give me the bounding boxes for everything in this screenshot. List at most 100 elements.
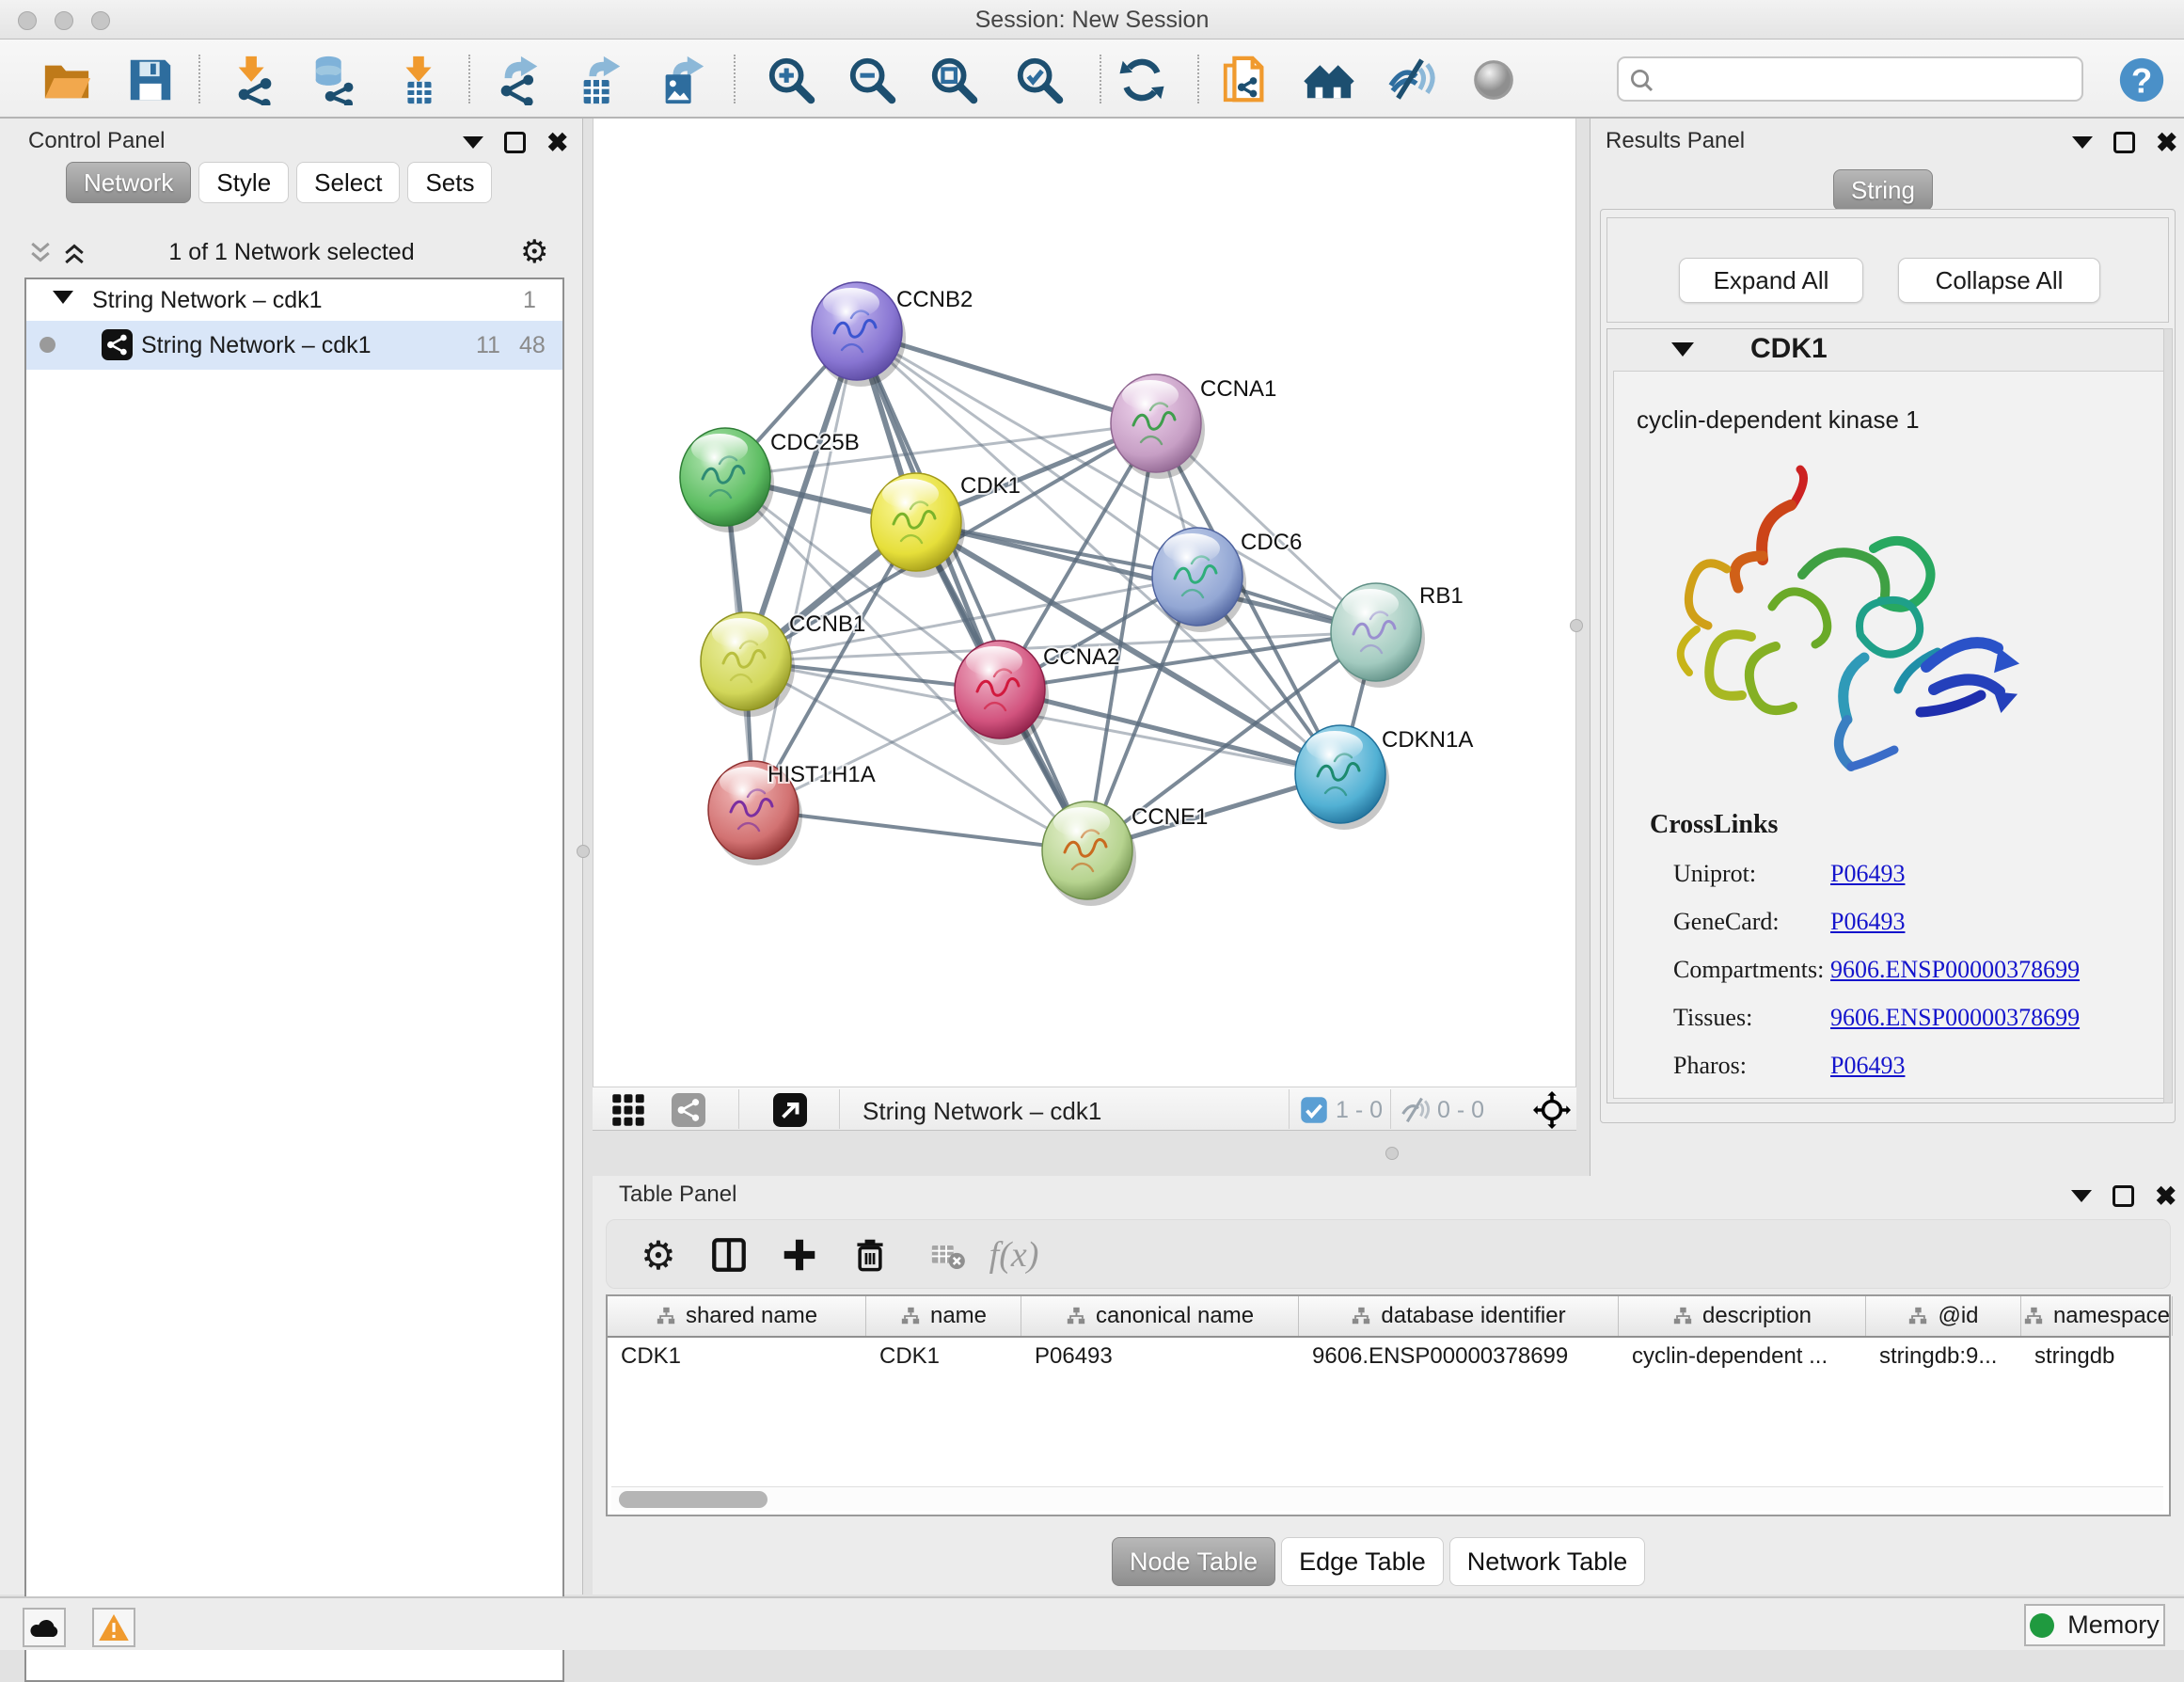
- delete-column-trash-icon[interactable]: [847, 1231, 894, 1278]
- create-column-plus-icon[interactable]: [776, 1231, 823, 1278]
- zoom-fit-icon[interactable]: [926, 53, 981, 107]
- tab-select[interactable]: Select: [296, 162, 400, 203]
- column-header-namespace[interactable]: namespace: [2021, 1296, 2173, 1336]
- gene-section-header[interactable]: CDK1: [1607, 329, 2168, 371]
- table-cell[interactable]: stringdb:9...: [1866, 1338, 2021, 1377]
- show-graphics-icon[interactable]: [1466, 53, 1521, 107]
- network-row-selected[interactable]: String Network – cdk1 11 48: [26, 321, 562, 370]
- selected-checkbox-icon[interactable]: [1300, 1096, 1328, 1124]
- network-edge[interactable]: [753, 810, 1087, 850]
- table-cell[interactable]: P06493: [1021, 1338, 1299, 1377]
- network-options-gear-icon[interactable]: ⚙: [520, 233, 548, 271]
- network-edge[interactable]: [753, 331, 857, 810]
- hide-graphics-icon[interactable]: [1384, 53, 1438, 107]
- table-panel-collapse-icon[interactable]: [2071, 1190, 2092, 1202]
- table-panel-float-icon[interactable]: [2113, 1185, 2134, 1207]
- open-session-icon[interactable]: [40, 53, 94, 107]
- tab-network[interactable]: Network: [66, 162, 191, 203]
- crosslink-link[interactable]: 9606.ENSP00000378699: [1830, 956, 2080, 984]
- network-node-cdkn1a[interactable]: CDKN1A: [1295, 725, 1473, 830]
- import-table-icon[interactable]: [391, 53, 446, 107]
- show-columns-icon[interactable]: [705, 1231, 752, 1278]
- network-node-cdc25b[interactable]: CDC25B: [680, 428, 860, 532]
- crosslink-link[interactable]: P06493: [1830, 1052, 1905, 1080]
- table-cell[interactable]: CDK1: [608, 1338, 866, 1377]
- zoom-in-icon[interactable]: [764, 53, 818, 107]
- zoom-out-icon[interactable]: [845, 53, 899, 107]
- network-node-cdc6[interactable]: CDC6: [1152, 528, 1302, 632]
- node-table[interactable]: shared namenamecanonical namedatabase id…: [606, 1294, 2171, 1516]
- right-splitter-handle[interactable]: [1570, 619, 1583, 632]
- results-panel-float-icon[interactable]: [2113, 132, 2135, 153]
- collection-expand-icon[interactable]: [53, 291, 73, 304]
- column-type-icon: [656, 1306, 676, 1326]
- network-node-ccna2[interactable]: CCNA2: [955, 641, 1119, 745]
- refresh-icon[interactable]: [1115, 53, 1169, 107]
- string-home-icon[interactable]: [1302, 53, 1356, 107]
- save-session-icon[interactable]: [123, 53, 178, 107]
- help-icon[interactable]: ?: [2114, 53, 2169, 107]
- column-header--id[interactable]: @id: [1866, 1296, 2021, 1336]
- search-input[interactable]: [1617, 56, 2083, 102]
- import-database-icon[interactable]: [307, 53, 361, 107]
- column-header-canonical-name[interactable]: canonical name: [1021, 1296, 1299, 1336]
- network-node-rb1[interactable]: RB1: [1331, 583, 1464, 688]
- table-hscrollbar-thumb[interactable]: [619, 1491, 768, 1508]
- network-type-icon[interactable]: [672, 1093, 705, 1127]
- crosslink-link[interactable]: P06493: [1830, 860, 1905, 888]
- export-table-icon[interactable]: [573, 53, 627, 107]
- column-header-description[interactable]: description: [1619, 1296, 1866, 1336]
- control-panel-collapse-icon[interactable]: [463, 136, 483, 149]
- table-cell[interactable]: CDK1: [866, 1338, 1021, 1377]
- table-panel-close-icon[interactable]: ✖: [2155, 1185, 2176, 1207]
- network-statusbar: String Network – cdk1 1 - 0 0 - 0: [593, 1087, 1576, 1131]
- tab-style[interactable]: Style: [198, 162, 289, 203]
- column-header-shared-name[interactable]: shared name: [608, 1296, 866, 1336]
- birdseye-grid-icon[interactable]: [611, 1093, 645, 1127]
- table-hscrollbar[interactable]: [611, 1486, 2163, 1511]
- network-edge[interactable]: [1087, 423, 1156, 850]
- memory-button[interactable]: Memory: [2024, 1604, 2165, 1646]
- tab-sets[interactable]: Sets: [407, 162, 492, 203]
- clone-network-icon[interactable]: [1218, 53, 1273, 107]
- network-edge[interactable]: [857, 331, 1087, 850]
- control-panel-float-icon[interactable]: [504, 132, 526, 153]
- results-scrollbar[interactable]: [2163, 328, 2173, 1103]
- network-node-ccne1[interactable]: CCNE1: [1042, 801, 1208, 906]
- export-network-icon[interactable]: [492, 53, 546, 107]
- results-panel-collapse-icon[interactable]: [2072, 136, 2093, 149]
- open-in-new-window-icon[interactable]: [773, 1093, 807, 1127]
- column-header-database-identifier[interactable]: database identifier: [1299, 1296, 1619, 1336]
- gene-section-collapse-icon[interactable]: [1671, 342, 1694, 357]
- export-image-icon[interactable]: [655, 53, 709, 107]
- expand-all-button[interactable]: Expand All: [1679, 258, 1863, 303]
- crosslink-link[interactable]: P06493: [1830, 908, 1905, 936]
- import-network-icon[interactable]: [228, 53, 282, 107]
- network-node-ccnb2[interactable]: CCNB2: [812, 282, 973, 387]
- gene-name: CDK1: [1750, 333, 1828, 365]
- collapse-all-button[interactable]: Collapse All: [1898, 258, 2100, 303]
- control-panel-close-icon[interactable]: ✖: [546, 132, 568, 153]
- tab-network-table[interactable]: Network Table: [1449, 1537, 1646, 1586]
- horizontal-splitter-handle[interactable]: [1385, 1147, 1399, 1160]
- table-cell[interactable]: stringdb: [2021, 1338, 2173, 1377]
- fit-content-crosshair-icon[interactable]: [1533, 1091, 1571, 1129]
- network-node-ccna1[interactable]: CCNA1: [1111, 374, 1276, 479]
- cloud-status-icon[interactable]: [23, 1608, 66, 1647]
- tab-node-table[interactable]: Node Table: [1112, 1537, 1275, 1586]
- tab-edge-table[interactable]: Edge Table: [1281, 1537, 1444, 1586]
- network-node-cdk1[interactable]: CDK1: [871, 473, 1021, 578]
- table-cell[interactable]: 9606.ENSP00000378699: [1299, 1338, 1619, 1377]
- network-collection-row[interactable]: String Network – cdk1 1: [26, 279, 562, 321]
- zoom-selected-icon[interactable]: [1012, 53, 1067, 107]
- results-panel-close-icon[interactable]: ✖: [2156, 132, 2177, 153]
- network-canvas[interactable]: CCNB2CCNA1CDC25BCDK1CDC6RB1CCNB1CCNA2CDK…: [593, 119, 1576, 1087]
- crosslink-link[interactable]: 9606.ENSP00000378699: [1830, 1004, 2080, 1032]
- table-cell[interactable]: cyclin-dependent ...: [1619, 1338, 1866, 1377]
- table-settings-gear-icon[interactable]: ⚙: [635, 1231, 682, 1278]
- tab-string[interactable]: String: [1833, 169, 1933, 211]
- warning-status-icon[interactable]: [92, 1608, 135, 1647]
- network-node-hist1h1a[interactable]: HIST1H1A: [708, 761, 876, 865]
- column-header-name[interactable]: name: [866, 1296, 1021, 1336]
- left-splitter-handle[interactable]: [577, 845, 590, 858]
